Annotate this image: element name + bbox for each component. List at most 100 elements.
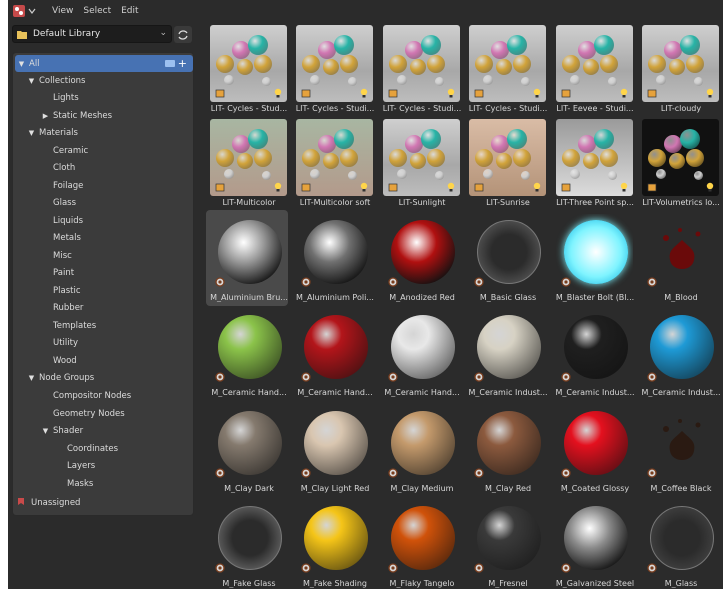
asset-tile[interactable]: M_Anodized Red	[379, 210, 461, 306]
asset-thumbnail	[642, 500, 719, 577]
asset-tile[interactable]: M_Aluminium Bru...	[206, 210, 288, 306]
asset-name: M_Blaster Bolt (Bl...	[555, 293, 635, 302]
asset-tile[interactable]: LIT- Cycles - Studi...	[379, 21, 461, 117]
catalog-item-misc[interactable]: Misc	[13, 247, 195, 264]
asset-tile[interactable]: M_Ceramic Hand...	[206, 305, 288, 401]
catalog-item-metals[interactable]: Metals	[13, 229, 195, 246]
asset-tile[interactable]: M_Blaster Bolt (Bl...	[552, 210, 634, 306]
asset-tile[interactable]: LIT- Cycles - Stud...	[206, 21, 288, 117]
scene-ball	[254, 55, 272, 73]
catalog-item-unassigned[interactable]: Unassigned	[16, 494, 198, 511]
asset-tile[interactable]: M_Clay Red	[465, 401, 547, 497]
asset-tile[interactable]: M_Galvanized Steel	[552, 496, 634, 589]
material-preview-sphere	[650, 411, 714, 475]
asset-tile[interactable]: LIT- Cycles - Studi...	[292, 21, 374, 117]
asset-tile[interactable]: LIT-Sunrise	[465, 115, 547, 211]
catalog-item-liquids[interactable]: Liquids	[13, 212, 195, 229]
catalog-item-label: Templates	[53, 320, 97, 331]
asset-tile[interactable]: LIT- Eevee - Studi...	[552, 21, 634, 117]
asset-thumbnail	[383, 500, 460, 577]
asset-thumbnail	[383, 405, 460, 482]
asset-name: M_Clay Light Red	[300, 484, 370, 493]
scene-ball	[421, 129, 441, 149]
catalog-item-shader[interactable]: ▼ Shader	[13, 422, 195, 439]
catalog-item-foilage[interactable]: Foilage	[13, 177, 195, 194]
catalog-item-glass[interactable]: Glass	[13, 194, 195, 211]
asset-tile[interactable]: M_Fake Glass	[206, 496, 288, 589]
catalog-item-label: Lights	[53, 92, 79, 103]
asset-tile[interactable]: M_Glass	[638, 496, 720, 589]
refresh-library-button[interactable]	[174, 26, 192, 43]
catalog-item-paint[interactable]: Paint	[13, 264, 195, 281]
asset-tile[interactable]: M_Clay Dark	[206, 401, 288, 497]
asset-tile[interactable]: M_Coffee Black	[638, 401, 720, 497]
catalog-item-label: Compositor Nodes	[53, 390, 132, 401]
scene-ball	[254, 149, 272, 167]
asset-tile[interactable]: LIT-Multicolor	[206, 115, 288, 211]
catalog-item-materials[interactable]: ▼ Materials	[13, 124, 195, 141]
asset-tile[interactable]: M_Fake Shading	[292, 496, 374, 589]
asset-tile[interactable]: M_Blood	[638, 210, 720, 306]
asset-tile[interactable]: M_Basic Glass	[465, 210, 547, 306]
caret-right-icon[interactable]: ▶	[41, 112, 50, 120]
catalog-item-wood[interactable]: Wood	[13, 352, 195, 369]
asset-tile[interactable]: M_Ceramic Indust...	[638, 305, 721, 401]
material-icon	[647, 277, 657, 287]
caret-down-icon[interactable]: ▼	[17, 60, 26, 68]
material-preview-sphere	[477, 411, 541, 475]
catalog-item-cloth[interactable]: Cloth	[13, 159, 195, 176]
catalog-item-coordinates[interactable]: Coordinates	[13, 440, 195, 457]
menu-view[interactable]: View	[52, 6, 73, 16]
material-icon	[474, 372, 484, 382]
light-icon	[274, 182, 282, 192]
new-catalog-icon[interactable]	[164, 59, 175, 68]
caret-down-icon[interactable]: ▼	[41, 427, 50, 435]
catalog-item-static-meshes[interactable]: ▶ Static Meshes	[13, 107, 195, 124]
catalog-item-utility[interactable]: Utility	[13, 334, 195, 351]
catalog-item-rubber[interactable]: Rubber	[13, 299, 195, 316]
catalog-item-node-groups[interactable]: ▼ Node Groups	[13, 369, 195, 386]
asset-tile[interactable]: LIT- Cycles - Studi...	[465, 21, 547, 117]
add-icon[interactable]: +	[178, 57, 187, 70]
caret-down-icon[interactable]: ▼	[27, 374, 36, 382]
material-icon	[215, 372, 225, 382]
asset-name: LIT- Cycles - Studi...	[295, 104, 375, 113]
library-dropdown[interactable]: Default Library ⌄	[12, 25, 172, 43]
catalog-item-templates[interactable]: Templates	[13, 317, 195, 334]
asset-tile[interactable]: M_Ceramic Indust...	[552, 305, 635, 401]
asset-tile[interactable]: LIT-Sunlight	[379, 115, 461, 211]
catalog-item-label: Glass	[53, 197, 77, 208]
asset-tile[interactable]: M_Ceramic Indust...	[465, 305, 548, 401]
asset-tile[interactable]: M_Coated Glossy	[552, 401, 634, 497]
catalog-item-layers[interactable]: Layers	[13, 457, 195, 474]
asset-tile[interactable]: LIT-Three Point sp...	[552, 115, 634, 211]
editor-type-selector[interactable]	[12, 3, 42, 19]
catalog-item-compositor-nodes[interactable]: Compositor Nodes	[13, 387, 195, 404]
asset-tile[interactable]: M_Flaky Tangelo	[379, 496, 461, 589]
asset-tile[interactable]: LIT-Multicolor soft	[292, 115, 374, 211]
asset-tile[interactable]: LIT-Volumetrics lo...	[638, 115, 720, 211]
asset-tile[interactable]: M_Clay Light Red	[292, 401, 374, 497]
catalog-item-all[interactable]: ▼ All +	[15, 55, 193, 72]
scene-ball	[389, 149, 407, 167]
catalog-item-geometry-nodes[interactable]: Geometry Nodes	[13, 405, 195, 422]
asset-tile[interactable]: M_Ceramic Hand...	[292, 305, 374, 401]
catalog-item-lights[interactable]: Lights	[13, 89, 195, 106]
catalog-item-plastic[interactable]: Plastic	[13, 282, 195, 299]
catalog-item-masks[interactable]: Masks	[13, 475, 195, 492]
asset-tile[interactable]: LIT-cloudy	[638, 21, 720, 117]
asset-tile[interactable]: M_Clay Medium	[379, 401, 461, 497]
catalog-item-collections[interactable]: ▼ Collections	[13, 72, 195, 89]
menu-select[interactable]: Select	[83, 6, 111, 16]
catalog-item-ceramic[interactable]: Ceramic	[13, 142, 195, 159]
caret-down-icon[interactable]: ▼	[27, 129, 36, 137]
asset-tile[interactable]: M_Aluminium Poli...	[292, 210, 374, 306]
material-icon	[301, 372, 311, 382]
asset-tile[interactable]: M_Ceramic Hand...	[379, 305, 461, 401]
asset-thumbnail	[469, 25, 546, 102]
caret-down-icon[interactable]: ▼	[27, 77, 36, 85]
asset-tile[interactable]: M_Fresnel	[465, 496, 547, 589]
asset-thumbnail	[469, 214, 546, 291]
light-icon	[447, 88, 455, 98]
menu-edit[interactable]: Edit	[121, 6, 138, 16]
